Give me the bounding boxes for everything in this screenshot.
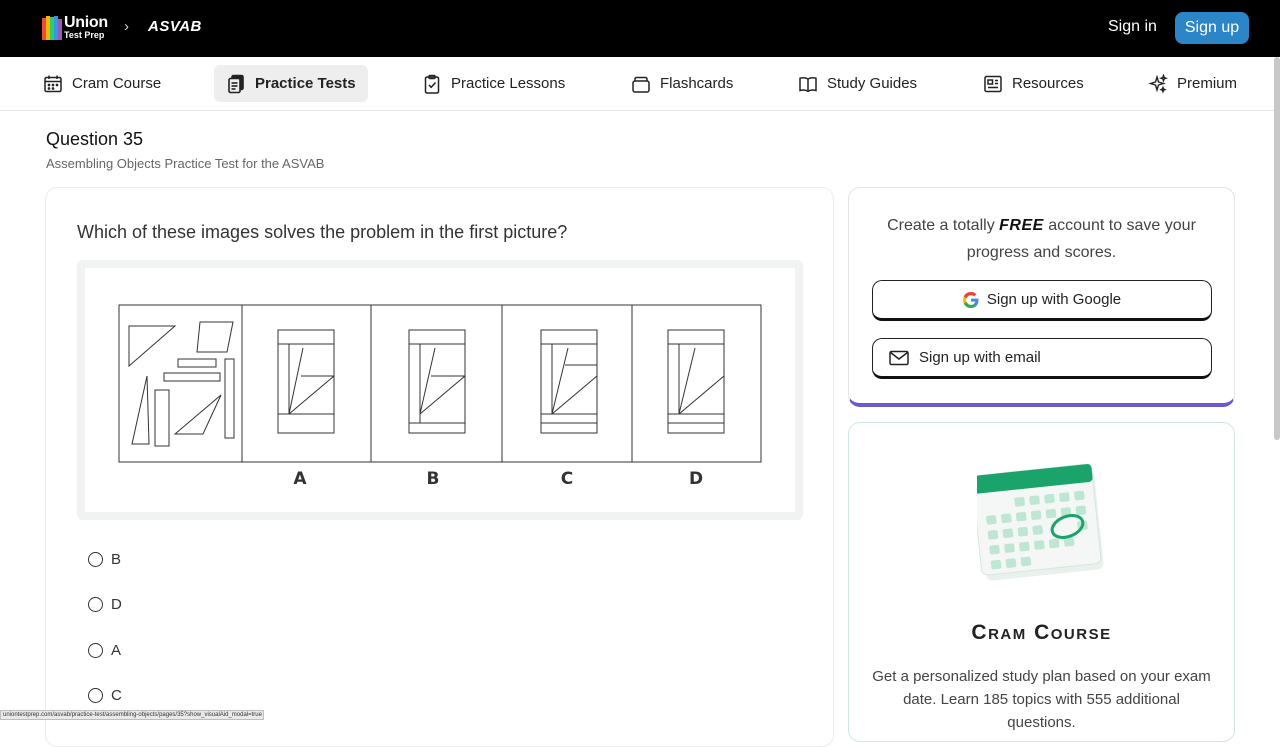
- cram-course-description: Get a personalized study plan based on y…: [872, 668, 1211, 731]
- google-icon: [962, 291, 979, 308]
- answer-option-label: B: [111, 550, 122, 568]
- calendar-icon: [44, 75, 62, 92]
- free-emphasis: FREE: [999, 217, 1044, 234]
- nav-label: Practice Tests: [255, 75, 356, 92]
- radio-button[interactable]: [88, 642, 103, 658]
- top-bar: Union Test Prep › ASVAB Sign in Sign up: [0, 0, 1280, 57]
- question-title: Question 35: [46, 129, 144, 149]
- question-card: Which of these images solves the problem…: [45, 187, 834, 747]
- answer-option-label: D: [111, 595, 122, 613]
- question-figure-frame: A B C D: [77, 260, 803, 520]
- answer-option-label: A: [111, 641, 122, 659]
- google-signup-button[interactable]: Sign up with Google: [872, 280, 1212, 321]
- nav-item-flashcards[interactable]: Flashcards: [619, 65, 745, 102]
- main-nav: Cram Course Practice Tests Practice Less…: [0, 57, 1280, 111]
- nav-label: Cram Course: [72, 75, 162, 92]
- radio-button[interactable]: [88, 551, 103, 567]
- status-bar-url: uniontestprep.com/asvab/practice-test/as…: [0, 710, 264, 720]
- open-book-icon: [799, 76, 817, 92]
- question-prompt: Which of these images solves the problem…: [77, 222, 568, 242]
- signup-promo-text: Create a totally FREE account to save yo…: [869, 212, 1214, 266]
- logo-text-line2: Test Prep: [64, 30, 105, 40]
- radio-button[interactable]: [88, 596, 103, 612]
- nav-item-cram-course[interactable]: Cram Course: [31, 65, 173, 102]
- question-subtitle: Assembling Objects Practice Test for the…: [46, 156, 325, 171]
- answer-option[interactable]: B: [88, 549, 121, 569]
- sign-up-button[interactable]: Sign up: [1175, 12, 1249, 44]
- nav-label: Study Guides: [827, 75, 918, 92]
- envelope-icon: [889, 350, 909, 365]
- nav-item-resources[interactable]: Resources: [971, 65, 1096, 102]
- calendar-illustration-icon: [977, 463, 1104, 581]
- figure-label-a: A: [293, 469, 307, 489]
- nav-item-study-guides[interactable]: Study Guides: [786, 65, 929, 102]
- figure-label-c: C: [561, 469, 573, 489]
- cram-course-card[interactable]: Cram Course Get a personalized study pla…: [848, 422, 1235, 742]
- signup-promo-card: Create a totally FREE account to save yo…: [848, 187, 1235, 407]
- nav-label: Flashcards: [660, 75, 734, 92]
- nav-item-premium[interactable]: Premium: [1136, 65, 1249, 102]
- cram-course-title: Cram Course: [971, 621, 1112, 644]
- nav-label: Premium: [1177, 75, 1238, 92]
- answer-option[interactable]: A: [88, 640, 121, 660]
- answer-option[interactable]: D: [88, 594, 122, 614]
- puzzle-diagram: A B C D: [118, 304, 762, 489]
- nav-label: Practice Lessons: [451, 75, 566, 92]
- signup-text-start: Create a totally: [887, 217, 1000, 234]
- email-signup-button[interactable]: Sign up with email: [872, 338, 1212, 379]
- nav-item-practice-tests[interactable]: Practice Tests: [214, 65, 368, 102]
- cards-stack-icon: [632, 76, 650, 93]
- assembling-objects-figure[interactable]: A B C D: [85, 268, 795, 512]
- page-scrollbar[interactable]: [1274, 57, 1280, 440]
- radio-button[interactable]: [88, 687, 103, 703]
- google-signup-label: Sign up with Google: [986, 291, 1122, 308]
- answer-option[interactable]: C: [88, 685, 122, 705]
- figure-label-d: D: [689, 469, 703, 489]
- sparkles-icon: [1148, 73, 1168, 94]
- sign-in-link[interactable]: Sign in: [1108, 18, 1157, 36]
- union-test-prep-logo[interactable]: Union Test Prep: [42, 14, 112, 42]
- test-copy-icon: [228, 74, 244, 93]
- clipboard-check-icon: [424, 74, 440, 94]
- answer-option-label: C: [111, 686, 122, 704]
- chevron-right-icon: ›: [124, 18, 129, 35]
- nav-item-practice-lessons[interactable]: Practice Lessons: [410, 65, 577, 102]
- email-signup-label: Sign up with email: [919, 349, 1041, 366]
- nav-label: Resources: [1012, 75, 1084, 92]
- breadcrumb-asvab[interactable]: ASVAB: [148, 18, 202, 35]
- newspaper-icon: [984, 75, 1002, 92]
- figure-label-b: B: [427, 469, 440, 489]
